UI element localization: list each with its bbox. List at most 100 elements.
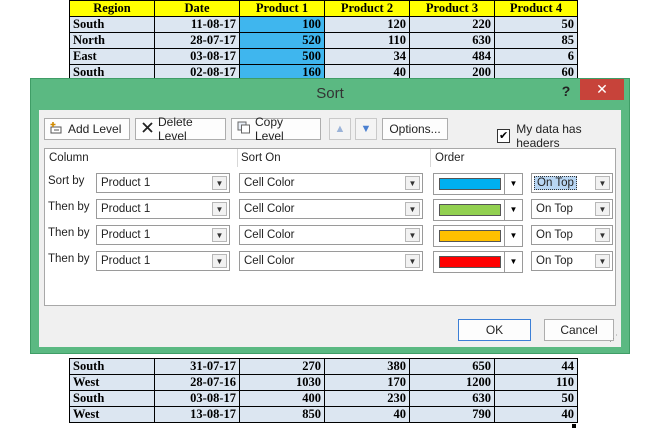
cell[interactable]: 500 <box>239 48 325 65</box>
cell[interactable]: 380 <box>324 358 410 375</box>
cancel-button[interactable]: Cancel <box>544 319 614 341</box>
order-color-select[interactable]: ▼ <box>433 251 523 273</box>
chevron-down-icon[interactable]: ▼ <box>504 174 522 194</box>
chevron-down-icon[interactable]: ▼ <box>595 176 610 190</box>
chevron-down-icon[interactable]: ▼ <box>405 228 420 242</box>
cell[interactable]: 11-08-17 <box>154 16 240 33</box>
position-select[interactable]: On Top ▼ <box>531 199 613 219</box>
cell[interactable]: 44 <box>494 358 578 375</box>
cell[interactable]: 850 <box>239 406 325 423</box>
sort-on-select[interactable]: Cell Color ▼ <box>239 199 423 219</box>
chevron-down-icon[interactable]: ▼ <box>212 176 227 190</box>
arrow-up-icon: ▲ <box>334 123 346 135</box>
chevron-down-icon[interactable]: ▼ <box>405 202 420 216</box>
cell[interactable]: 170 <box>324 374 410 391</box>
cell[interactable]: 400 <box>239 390 325 407</box>
header-cell[interactable]: Product 4 <box>494 0 578 17</box>
cell[interactable]: 630 <box>409 32 495 49</box>
fill-handle[interactable] <box>572 424 576 428</box>
position-select[interactable]: On Top ▼ <box>531 225 613 245</box>
headers-checkbox[interactable]: ✔ <box>497 129 511 143</box>
cell[interactable]: 650 <box>409 358 495 375</box>
move-down-button[interactable]: ▼ <box>355 118 377 140</box>
dialog-titlebar[interactable]: Sort ? ✕ <box>31 79 629 110</box>
chevron-down-icon[interactable]: ▼ <box>504 226 522 246</box>
options-button[interactable]: Options... <box>382 118 448 140</box>
column-header: Column <box>49 152 89 164</box>
cell[interactable]: 484 <box>409 48 495 65</box>
order-color-select[interactable]: ▼ <box>433 173 523 195</box>
then-by-label: Then by <box>48 253 90 265</box>
header-cell[interactable]: Product 1 <box>239 0 325 17</box>
chevron-down-icon[interactable]: ▼ <box>595 228 610 242</box>
chevron-down-icon[interactable]: ▼ <box>504 200 522 220</box>
cell[interactable]: 270 <box>239 358 325 375</box>
cell[interactable]: East <box>69 48 155 65</box>
cell[interactable]: 520 <box>239 32 325 49</box>
cell[interactable]: West <box>69 374 155 391</box>
then-by-label: Then by <box>48 201 90 213</box>
cell[interactable]: 03-08-17 <box>154 390 240 407</box>
chevron-down-icon[interactable]: ▼ <box>212 228 227 242</box>
add-level-button[interactable]: Add Level <box>44 118 130 140</box>
column-select[interactable]: Product 1 ▼ <box>96 199 230 219</box>
chevron-down-icon[interactable]: ▼ <box>212 254 227 268</box>
cell[interactable]: South <box>69 390 155 407</box>
chevron-down-icon[interactable]: ▼ <box>405 254 420 268</box>
sort-on-select[interactable]: Cell Color ▼ <box>239 225 423 245</box>
close-button[interactable]: ✕ <box>580 79 624 100</box>
chevron-down-icon[interactable]: ▼ <box>212 202 227 216</box>
chevron-down-icon[interactable]: ▼ <box>504 252 522 272</box>
header-cell[interactable]: Date <box>154 0 240 17</box>
chevron-down-icon[interactable]: ▼ <box>405 176 420 190</box>
cell[interactable]: 6 <box>494 48 578 65</box>
order-color-select[interactable]: ▼ <box>433 199 523 221</box>
header-cell[interactable]: Product 3 <box>409 0 495 17</box>
position-select-value: On Top <box>536 229 573 241</box>
position-select[interactable]: On Top ▼ <box>531 173 613 193</box>
cell[interactable]: 110 <box>324 32 410 49</box>
order-color-select[interactable]: ▼ <box>433 225 523 247</box>
cell[interactable]: South <box>69 16 155 33</box>
cell[interactable]: 28-07-16 <box>154 374 240 391</box>
cell[interactable]: 50 <box>494 390 578 407</box>
cell[interactable]: 34 <box>324 48 410 65</box>
cell[interactable]: 85 <box>494 32 578 49</box>
copy-level-button[interactable]: Copy Level <box>231 115 321 143</box>
cell[interactable]: 1030 <box>239 374 325 391</box>
cell[interactable]: 120 <box>324 16 410 33</box>
move-up-button[interactable]: ▲ <box>329 118 351 140</box>
header-cell[interactable]: Product 2 <box>324 0 410 17</box>
cell[interactable]: 790 <box>409 406 495 423</box>
column-select[interactable]: Product 1 ▼ <box>96 251 230 271</box>
cell[interactable]: 100 <box>239 16 325 33</box>
cell[interactable]: 1200 <box>409 374 495 391</box>
cell[interactable]: West <box>69 406 155 423</box>
chevron-down-icon[interactable]: ▼ <box>595 202 610 216</box>
cell[interactable]: 110 <box>494 374 578 391</box>
cell[interactable]: 230 <box>324 390 410 407</box>
cell[interactable]: 220 <box>409 16 495 33</box>
cell[interactable]: 03-08-17 <box>154 48 240 65</box>
column-select[interactable]: Product 1 ▼ <box>96 225 230 245</box>
cell[interactable]: South <box>69 358 155 375</box>
column-select[interactable]: Product 1 ▼ <box>96 173 230 193</box>
cell[interactable]: North <box>69 32 155 49</box>
cell[interactable]: 13-08-17 <box>154 406 240 423</box>
cell[interactable]: 40 <box>494 406 578 423</box>
header-cell[interactable]: Region <box>69 0 155 17</box>
help-button[interactable]: ? <box>557 82 575 100</box>
headers-checkbox-wrap[interactable]: ✔ My data has headers <box>497 122 621 150</box>
resize-grip-icon[interactable]: ⋰ <box>609 333 618 344</box>
cell[interactable]: 31-07-17 <box>154 358 240 375</box>
ok-button[interactable]: OK <box>458 319 531 341</box>
chevron-down-icon[interactable]: ▼ <box>595 254 610 268</box>
position-select[interactable]: On Top ▼ <box>531 251 613 271</box>
cell[interactable]: 50 <box>494 16 578 33</box>
cell[interactable]: 40 <box>324 406 410 423</box>
cell[interactable]: 630 <box>409 390 495 407</box>
delete-level-button[interactable]: Delete Level <box>135 115 226 143</box>
sort-on-select[interactable]: Cell Color ▼ <box>239 251 423 271</box>
cell[interactable]: 28-07-17 <box>154 32 240 49</box>
sort-on-select[interactable]: Cell Color ▼ <box>239 173 423 193</box>
